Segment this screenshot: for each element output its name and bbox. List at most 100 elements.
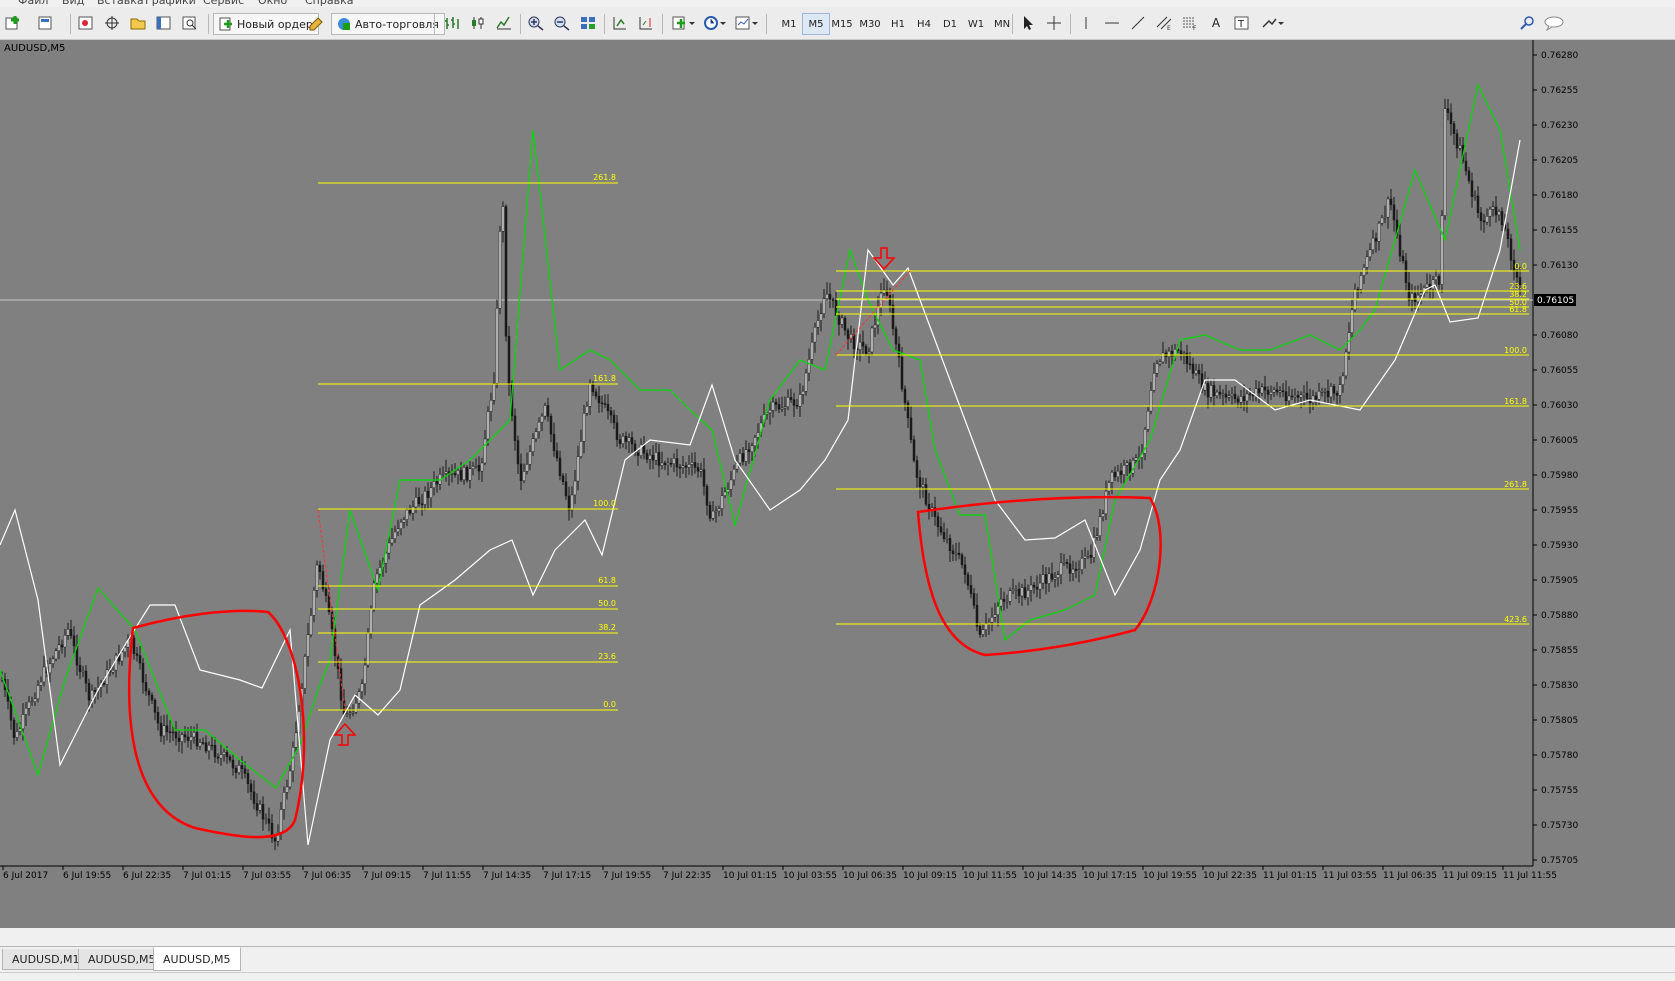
candlestick-icon[interactable] [468, 13, 488, 33]
candle-body [600, 402, 604, 405]
metaeditor-icon[interactable] [306, 13, 326, 33]
candle-body [1236, 398, 1240, 403]
candle-body [165, 725, 169, 732]
trendline-icon[interactable] [1128, 13, 1148, 33]
candle-body [699, 469, 703, 472]
periods-clock-icon[interactable] [702, 13, 728, 33]
candle-body [144, 682, 148, 692]
menu-item-0[interactable]: Файл [18, 0, 48, 7]
candle-body [87, 683, 91, 701]
up-arrow-icon [333, 722, 357, 746]
new-order-button[interactable]: Новый ордер [213, 13, 319, 35]
candle-body [81, 670, 85, 673]
zoom-in-icon[interactable] [526, 13, 546, 33]
candle-body [1275, 389, 1279, 393]
candle-body [1365, 256, 1369, 268]
price-tick-label: 0.75855 [1541, 646, 1578, 656]
vertical-line-icon[interactable] [1076, 13, 1096, 33]
candle-body [174, 731, 178, 739]
menu-item-5[interactable]: Окно [258, 0, 287, 7]
candle-body [951, 550, 955, 554]
candle-body [1344, 351, 1348, 377]
candle-body [903, 388, 907, 404]
templates-icon[interactable] [734, 13, 760, 33]
favorites-icon[interactable] [128, 13, 148, 33]
candle-body [288, 770, 292, 788]
timeframe-m5-button[interactable]: M5 [802, 13, 830, 35]
cursor-icon[interactable] [1018, 13, 1038, 33]
candle-body [1377, 222, 1381, 242]
text-icon[interactable]: A [1206, 13, 1226, 33]
line-chart-icon[interactable] [494, 13, 514, 33]
candle-body [558, 457, 562, 476]
fibonacci-level-label: 100.0 [1504, 346, 1527, 355]
candle-body [654, 452, 658, 461]
auto-scroll-icon[interactable] [610, 13, 630, 33]
indicators-icon[interactable] [670, 13, 696, 33]
candle-body [306, 634, 310, 657]
candle-body [1209, 385, 1213, 398]
candle-body [690, 462, 694, 465]
candle-body [201, 742, 205, 744]
market-watch-icon[interactable] [76, 13, 96, 33]
candle-body [516, 440, 520, 465]
timeframe-m1-button[interactable]: M1 [775, 13, 803, 35]
chat-icon[interactable] [1542, 13, 1568, 33]
menu-item-2[interactable]: Вставка [97, 0, 144, 7]
candle-body [1356, 289, 1360, 291]
equidistant-channel-icon[interactable]: E [1154, 13, 1174, 33]
candle-body [213, 745, 217, 758]
candle-body [369, 608, 373, 634]
candle-body [843, 317, 847, 331]
bar-chart-icon[interactable] [442, 13, 462, 33]
candle-body [1116, 470, 1120, 478]
tile-windows-icon[interactable] [578, 13, 598, 33]
candle-body [90, 689, 94, 701]
timeframe-m30-button[interactable]: M30 [856, 13, 884, 35]
crosshair-nav-icon[interactable] [102, 13, 122, 33]
fibonacci-icon[interactable]: F [1180, 13, 1200, 33]
crosshair-icon[interactable] [1044, 13, 1064, 33]
menu-item-6[interactable]: Справка [305, 0, 353, 7]
candle-body [1077, 569, 1081, 571]
chart-tab[interactable]: AUDUSD,M5 [153, 947, 241, 971]
terminal-icon[interactable] [154, 13, 174, 33]
timeframe-h4-button[interactable]: H4 [910, 13, 938, 35]
candle-body [615, 422, 619, 440]
chart-tab[interactable]: AUDUSD,M1 [2, 949, 90, 970]
candle-body [1008, 590, 1012, 602]
menu-item-1[interactable]: Вид [62, 0, 84, 7]
candle-body [636, 452, 640, 456]
profiles-icon[interactable] [36, 13, 56, 33]
candle-body [1083, 555, 1087, 559]
arrows-icon[interactable] [1260, 13, 1286, 33]
candle-body [906, 402, 910, 419]
time-tick-label: 10 Jul 01:15 [723, 871, 777, 881]
candle-body [63, 635, 67, 648]
zoom-out-icon[interactable] [552, 13, 572, 33]
candle-body [219, 754, 223, 759]
candle-body [1086, 554, 1090, 557]
text-label-icon[interactable]: T [1232, 13, 1252, 33]
chart-shift-icon[interactable] [636, 13, 656, 33]
strategy-tester-icon[interactable] [180, 13, 200, 33]
search-icon[interactable] [1518, 13, 1538, 33]
autotrading-button[interactable]: Авто-торговля [331, 13, 445, 35]
candle-body [30, 701, 34, 703]
candle-body [1437, 276, 1441, 285]
price-chart[interactable]: 0.76280 0.76255 0.76230 0.76205 0.76180 0.761… [0, 40, 1675, 928]
timeframe-d1-button[interactable]: D1 [936, 13, 964, 35]
timeframe-mn-button[interactable]: MN [988, 13, 1016, 35]
svg-text:T: T [1237, 19, 1245, 30]
timeframe-m15-button[interactable]: M15 [828, 13, 856, 35]
price-tick-label: 0.75780 [1541, 751, 1578, 761]
new-chart-icon[interactable] [4, 13, 24, 33]
timeframe-w1-button[interactable]: W1 [962, 13, 990, 35]
menu-item-3[interactable]: Графики [145, 0, 196, 7]
timeframe-h1-button[interactable]: H1 [884, 13, 912, 35]
menu-item-4[interactable]: Сервис [203, 0, 244, 7]
candle-body [93, 689, 97, 692]
candle-body [417, 496, 421, 505]
time-tick-label: 6 Jul 19:55 [63, 871, 111, 881]
horizontal-line-icon[interactable] [1102, 13, 1122, 33]
